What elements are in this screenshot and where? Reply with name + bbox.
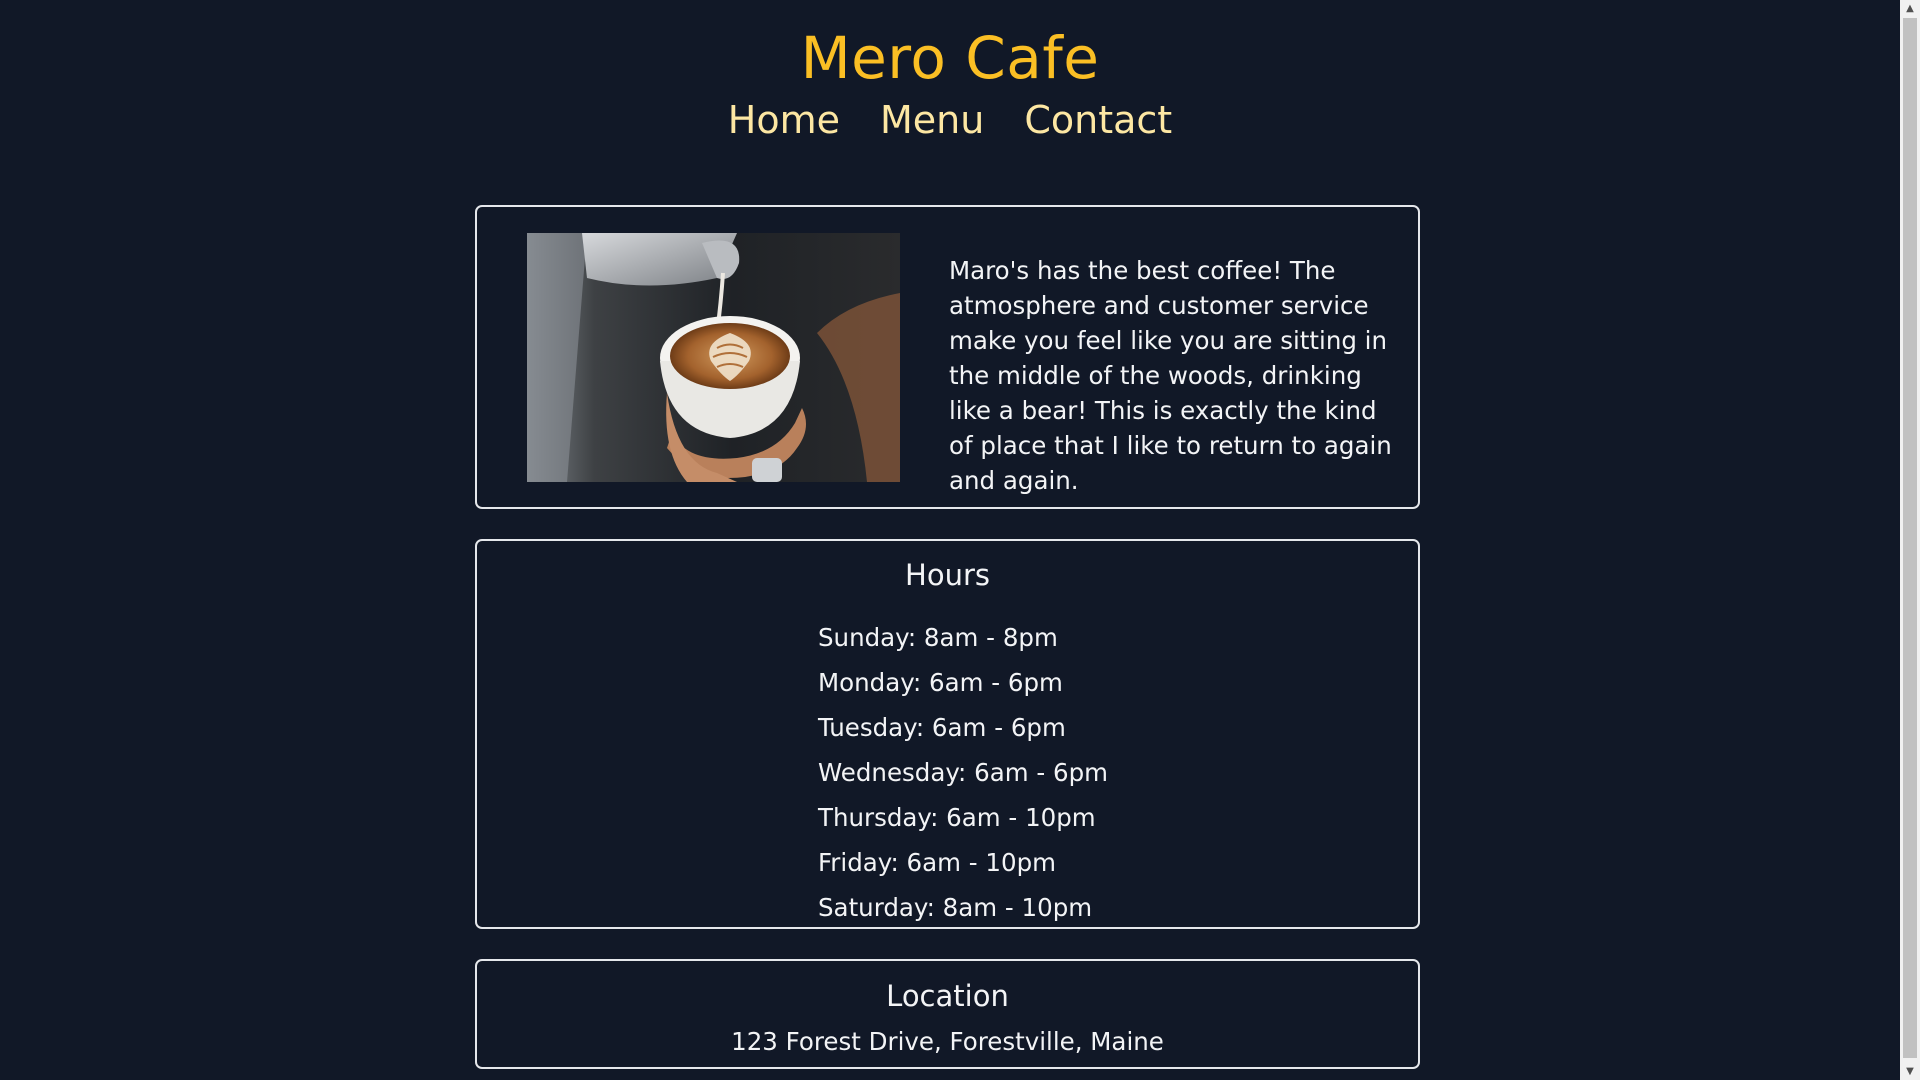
- page: Mero Cafe Home Menu Contact Maro's has t…: [0, 0, 1900, 1080]
- nav-menu-link[interactable]: Menu: [880, 94, 984, 146]
- review-text: Maro's has the best coffee! The atmosphe…: [949, 256, 1392, 495]
- hours-sunday: Sunday: 8am - 8pm: [818, 623, 1058, 652]
- about-card: Maro's has the best coffee! The atmosphe…: [475, 205, 1420, 509]
- hours-friday: Friday: 6am - 10pm: [818, 848, 1056, 877]
- latte-art-photo: [527, 233, 900, 482]
- down-arrow-icon[interactable]: ▼: [1900, 1063, 1920, 1080]
- location-title: Location: [886, 979, 1009, 1013]
- hours-wednesday: Wednesday: 6am - 6pm: [818, 758, 1108, 787]
- hours-card: Hours Sunday: 8am - 8pm Monday: 6am - 6p…: [475, 539, 1420, 929]
- main-nav: Home Menu Contact: [0, 94, 1900, 146]
- hours-tuesday: Tuesday: 6am - 6pm: [818, 713, 1066, 742]
- site-title: Mero Cafe: [800, 24, 1100, 92]
- hours-monday: Monday: 6am - 6pm: [818, 668, 1063, 697]
- nav-home-link[interactable]: Home: [728, 94, 840, 146]
- hours-title: Hours: [905, 558, 990, 592]
- location-card: Location 123 Forest Drive, Forestville, …: [475, 959, 1420, 1069]
- up-arrow-icon[interactable]: ▲: [1900, 0, 1920, 17]
- hours-thursday: Thursday: 6am - 10pm: [818, 803, 1096, 832]
- scrollbar-thumb[interactable]: [1903, 18, 1917, 1058]
- address: 123 Forest Drive, Forestville, Maine: [731, 1027, 1164, 1056]
- vertical-scrollbar[interactable]: ▲ ▼: [1900, 0, 1920, 1080]
- hours-list: Sunday: 8am - 8pm Monday: 6am - 6pm Tues…: [818, 615, 1108, 930]
- nav-contact-link[interactable]: Contact: [1024, 94, 1172, 146]
- hours-saturday: Saturday: 8am - 10pm: [818, 893, 1093, 922]
